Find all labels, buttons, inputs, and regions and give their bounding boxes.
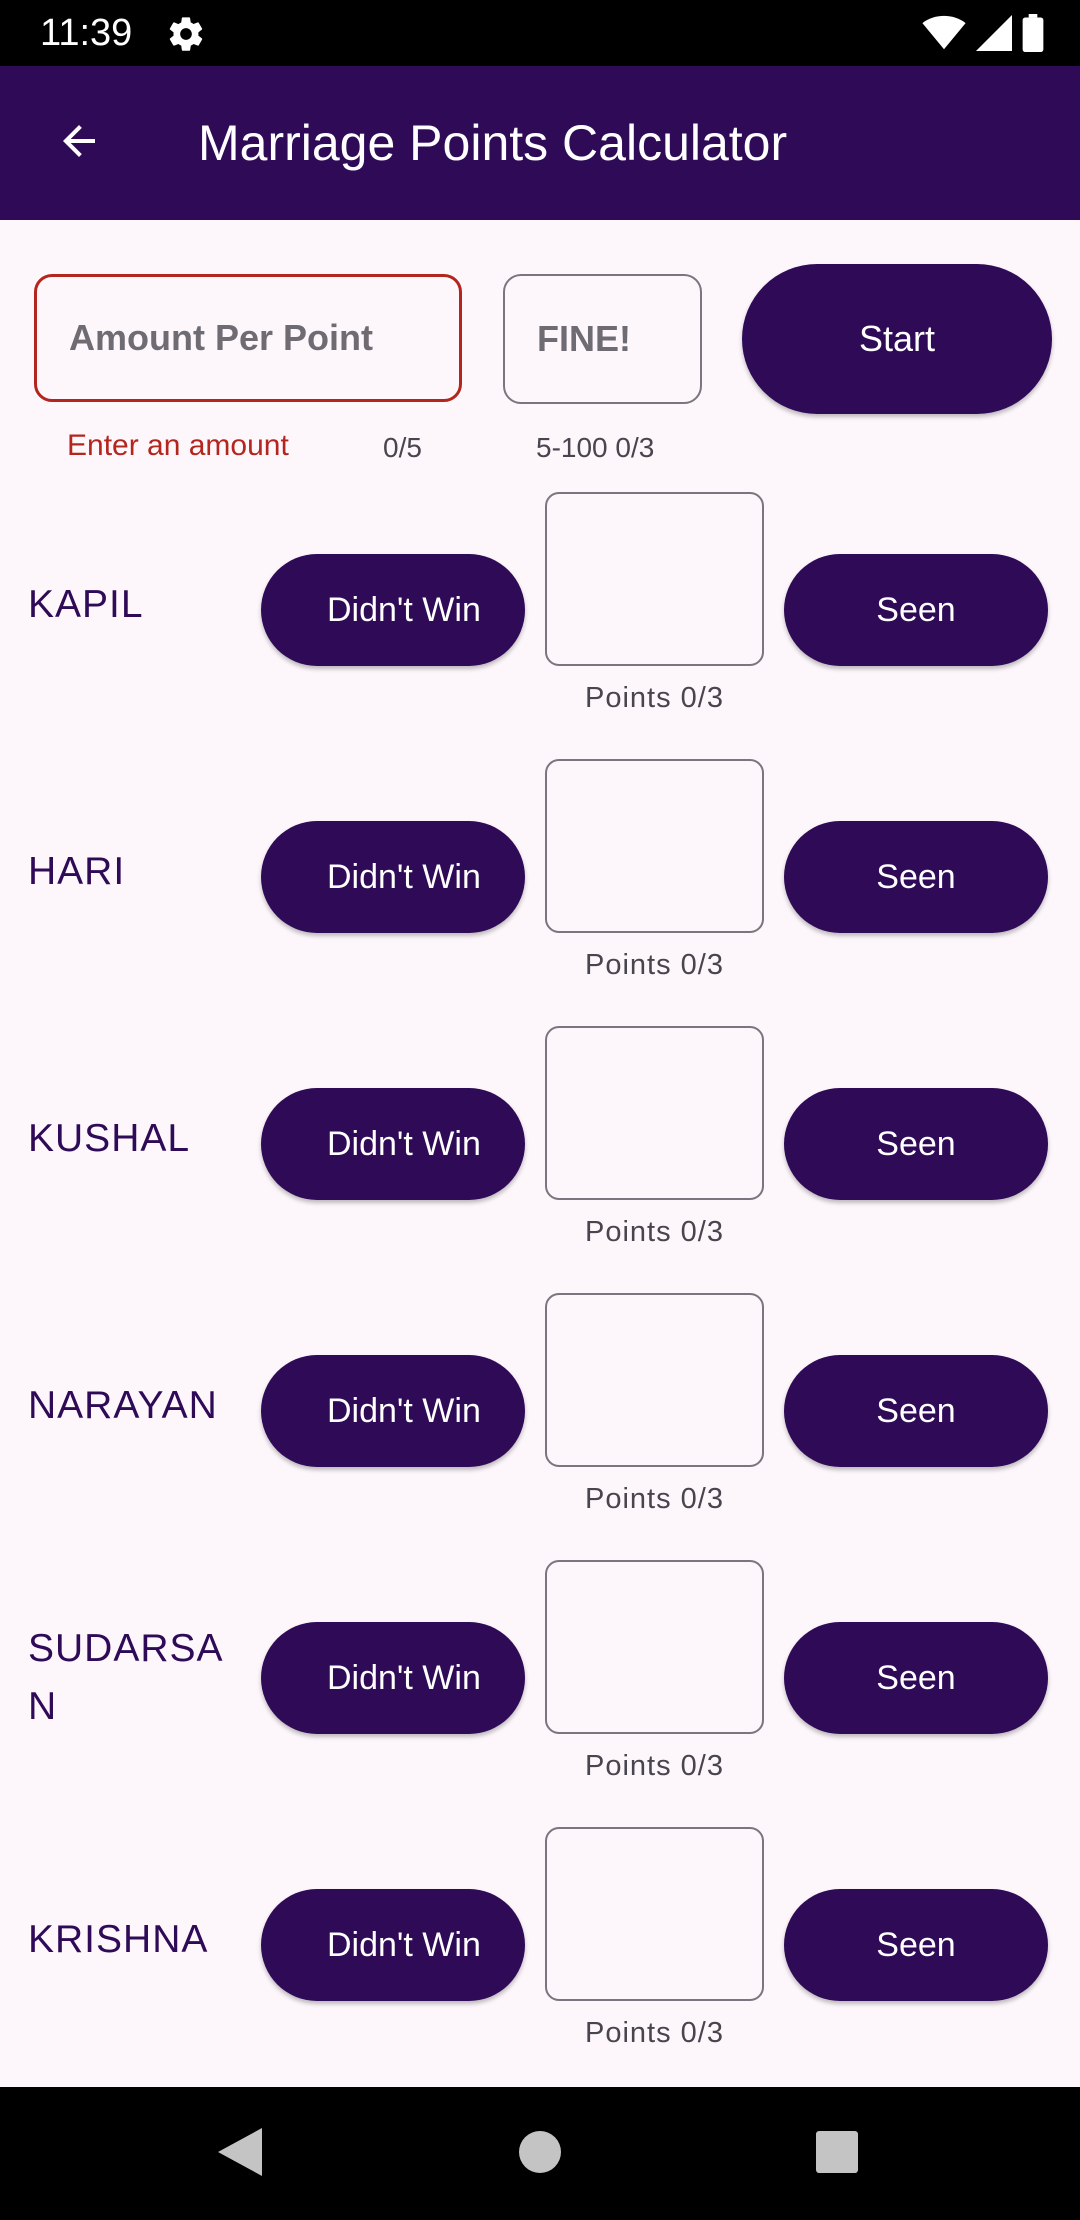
battery-icon <box>1022 14 1044 57</box>
status-time: 11:39 <box>40 12 133 54</box>
points-input[interactable] <box>545 1827 764 2001</box>
recents-square-icon <box>816 2130 858 2178</box>
player-name: SUDARSAN <box>28 1627 224 1728</box>
seen-button[interactable]: Seen <box>784 821 1048 933</box>
player-name: KAPIL <box>28 583 144 626</box>
nav-back-button[interactable] <box>207 2121 273 2187</box>
seen-button[interactable]: Seen <box>784 554 1048 666</box>
player-name: KRISHNA <box>28 1918 209 1961</box>
points-input[interactable] <box>545 1560 764 1734</box>
points-helper-text: Points 0/3 <box>585 1216 724 1248</box>
points-helper-text: Points 0/3 <box>585 1750 724 1782</box>
fine-input[interactable]: FINE! <box>503 274 702 404</box>
player-row: KRISHNA Didn't Win Points 0/3 Seen <box>0 1827 1080 2093</box>
back-button[interactable] <box>44 108 114 178</box>
didnt-win-button[interactable]: Didn't Win <box>261 1088 525 1200</box>
player-row: KUSHAL Didn't Win Points 0/3 Seen <box>0 1026 1080 1292</box>
points-helper-text: Points 0/3 <box>585 2017 724 2049</box>
points-helper-text: Points 0/3 <box>585 1483 724 1515</box>
didnt-win-button[interactable]: Didn't Win <box>261 821 525 933</box>
points-helper-text: Points 0/3 <box>585 949 724 981</box>
player-row: NARAYAN Didn't Win Points 0/3 Seen <box>0 1293 1080 1559</box>
start-button[interactable]: Start <box>742 264 1052 414</box>
player-row: SUDARSAN Didn't Win Points 0/3 Seen <box>0 1560 1080 1826</box>
points-helper-text: Points 0/3 <box>585 682 724 714</box>
arrow-left-icon <box>55 117 103 170</box>
nav-recents-button[interactable] <box>804 2121 870 2187</box>
home-circle-icon <box>519 2130 561 2178</box>
wifi-icon <box>922 15 966 56</box>
seen-button[interactable]: Seen <box>784 1889 1048 2001</box>
player-row: HARI Didn't Win Points 0/3 Seen <box>0 759 1080 1025</box>
didnt-win-button[interactable]: Didn't Win <box>261 1889 525 2001</box>
points-input[interactable] <box>545 1026 764 1200</box>
points-input[interactable] <box>545 1293 764 1467</box>
gear-icon <box>166 14 206 54</box>
system-nav-bar <box>0 2087 1080 2220</box>
seen-button[interactable]: Seen <box>784 1622 1048 1734</box>
didnt-win-button[interactable]: Didn't Win <box>261 1622 525 1734</box>
fine-placeholder: FINE! <box>537 318 631 359</box>
back-triangle-icon <box>218 2127 262 2181</box>
status-icons <box>922 14 1044 57</box>
amount-char-counter: 0/5 <box>383 432 422 463</box>
status-bar: 11:39 <box>0 0 1080 66</box>
amount-per-point-input[interactable]: Amount Per Point <box>34 274 462 402</box>
seen-button[interactable]: Seen <box>784 1088 1048 1200</box>
nav-home-button[interactable] <box>507 2121 573 2187</box>
player-name: NARAYAN <box>28 1384 218 1427</box>
seen-button[interactable]: Seen <box>784 1355 1048 1467</box>
player-name: HARI <box>28 850 126 893</box>
points-input[interactable] <box>545 492 764 666</box>
fine-helper-text: 5-100 0/3 <box>536 432 655 463</box>
player-name: KUSHAL <box>28 1117 191 1160</box>
didnt-win-button[interactable]: Didn't Win <box>261 1355 525 1467</box>
signal-icon <box>976 15 1012 56</box>
points-input[interactable] <box>545 759 764 933</box>
amount-error-text: Enter an amount <box>67 429 289 462</box>
player-row: KAPIL Didn't Win Points 0/3 Seen <box>0 492 1080 758</box>
page-title: Marriage Points Calculator <box>198 115 788 171</box>
didnt-win-button[interactable]: Didn't Win <box>261 554 525 666</box>
app-bar: Marriage Points Calculator <box>0 66 1080 220</box>
amount-placeholder: Amount Per Point <box>69 317 373 358</box>
